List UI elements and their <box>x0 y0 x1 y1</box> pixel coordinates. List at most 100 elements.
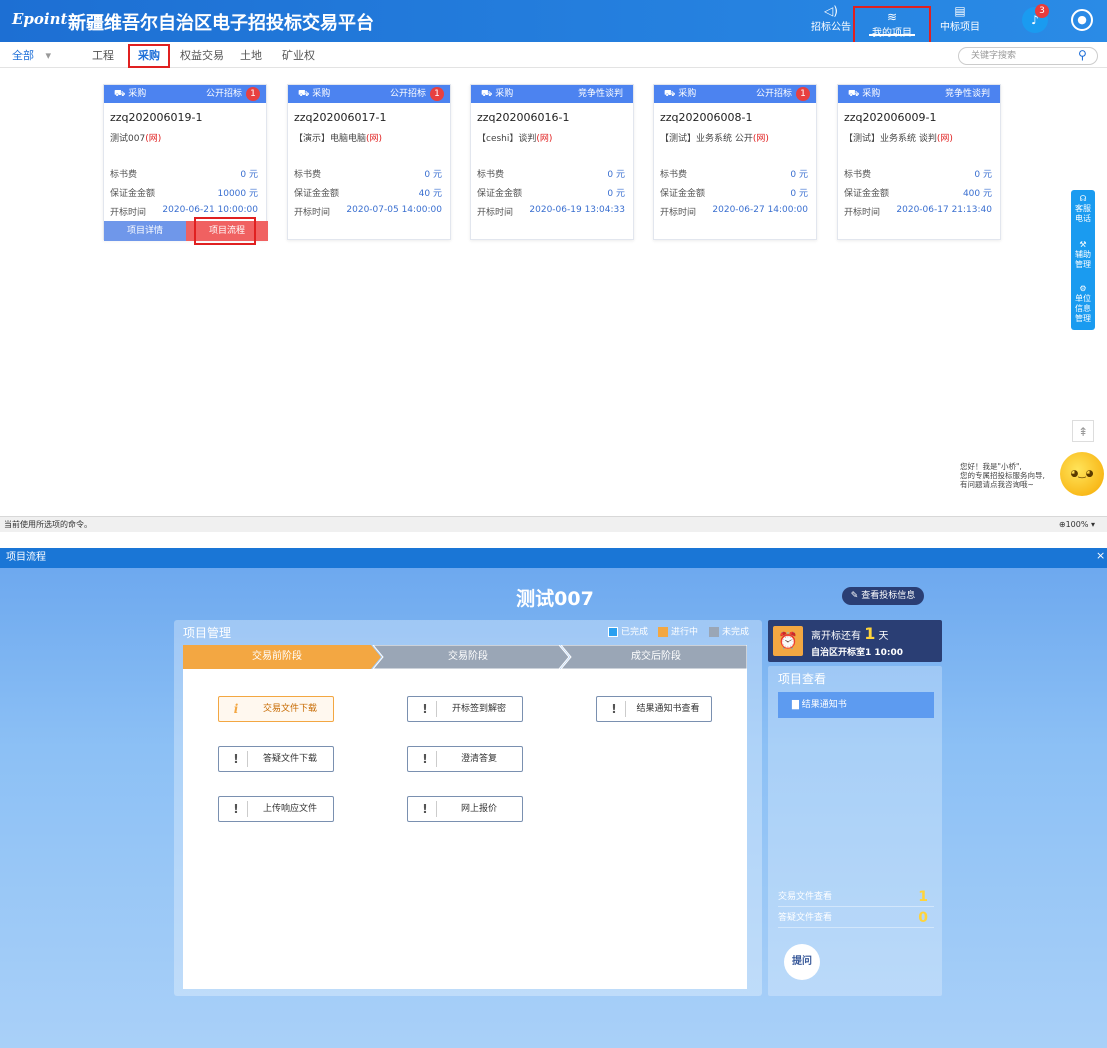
platform-title: 新疆维吾尔自治区电子招投标交易平台 <box>68 13 374 34</box>
bid-type: 公开招标 <box>755 89 792 99</box>
unit-info-tool[interactable]: ⚙ 单位信息管理 <box>1071 284 1095 324</box>
back-to-top-icon[interactable]: ⇞ <box>1072 420 1094 442</box>
legend-in-progress: 进行中 <box>658 627 698 638</box>
auxiliary-tool[interactable]: ⚒ 辅助管理 <box>1071 240 1095 270</box>
open-time-row: 开标时间 2020-06-27 14:00:00 <box>660 205 808 218</box>
project-name: 【测试】业务系统 公开(网) <box>660 134 769 144</box>
project-id: zzq202006008-1 <box>660 111 753 124</box>
task-upload-response-file[interactable]: ! 上传响应文件 <box>218 796 334 822</box>
project-id: zzq202006017-1 <box>294 111 387 124</box>
task-view-result-notice[interactable]: ! 结果通知书查看 <box>596 696 712 722</box>
project-name: 【ceshi】谈判(网) <box>477 134 553 144</box>
project-id: zzq202006019-1 <box>110 111 203 124</box>
legend-done: 已完成 <box>608 627 648 638</box>
ask-question-button[interactable]: 提问 <box>784 944 820 980</box>
project-title: 测试007 <box>516 588 594 610</box>
cart-icon: ⛟ <box>848 89 860 99</box>
close-icon[interactable]: × <box>1096 549 1105 562</box>
stage-pre-trade[interactable]: 交易前阶段 <box>183 645 371 669</box>
zoom-control[interactable]: ⊕100% ▾ <box>1059 517 1095 533</box>
customer-service-tool[interactable]: ☊ 客服电话 <box>1071 194 1095 224</box>
alert-icon: ! <box>422 752 428 766</box>
dialog-title: 项目流程 <box>0 548 1107 568</box>
tab-procurement[interactable]: 采购 <box>128 44 170 68</box>
cart-icon: ⛟ <box>298 89 310 99</box>
countdown-text: 离开标还有 1 天 <box>811 624 889 643</box>
filter-all-dropdown[interactable]: 全部 ▾ <box>12 46 51 66</box>
fee-row: 标书费 0 元 <box>844 170 992 180</box>
bid-type: 公开招标 <box>389 89 426 99</box>
cart-icon: ⛟ <box>481 89 493 99</box>
project-name: 【测试】业务系统 谈判(网) <box>844 134 953 144</box>
stage-trade[interactable]: 交易阶段 <box>377 645 559 669</box>
project-detail-button[interactable]: 项目详情 <box>104 221 186 241</box>
assistant-bubble[interactable]: 您好！我是"小桥", 您的专属招投标服务向导, 有问题请点我咨询哦~ <box>960 462 1060 489</box>
result-notice-button[interactable]: ▇ 结果通知书 <box>778 692 934 718</box>
zoom-icon: ⊕ <box>1058 520 1066 529</box>
opening-place: 自治区开标室1 10:00 <box>811 648 904 658</box>
document-icon: ▤ <box>954 4 966 18</box>
cart-icon: ⛟ <box>114 89 126 99</box>
project-view-title: 项目查看 <box>778 672 827 686</box>
status-bar: 当前使用所选项的命令。 ⊕100% ▾ <box>0 516 1107 532</box>
search-icon[interactable]: ⚲ <box>1078 48 1087 62</box>
task-bid-opening-signin[interactable]: ! 开标签到解密 <box>407 696 523 722</box>
file-icon: ▇ <box>792 700 799 710</box>
fee-row: 标书费 0 元 <box>477 170 625 180</box>
user-avatar-icon[interactable]: ● <box>1071 9 1093 31</box>
task-clarification-reply[interactable]: ! 澄清答复 <box>407 746 523 772</box>
card-badge: 1 <box>796 87 810 101</box>
wrench-icon: ⚒ <box>1079 240 1087 249</box>
stage-post-trade[interactable]: 成交后阶段 <box>565 645 747 669</box>
deposit-row: 保证金金额 0 元 <box>660 189 808 199</box>
task-online-quote[interactable]: ! 网上报价 <box>407 796 523 822</box>
view-bid-info-button[interactable]: ✎ 查看投标信息 <box>842 587 924 605</box>
fee-row: 标书费 0 元 <box>660 170 808 180</box>
headset-icon: ☊ <box>1079 194 1087 203</box>
nav-won-projects[interactable]: ▤ 中标项目 <box>929 4 991 38</box>
side-toolbar: ☊ 客服电话 ⚒ 辅助管理 ⚙ 单位信息管理 <box>1071 190 1095 330</box>
task-download-qa-file[interactable]: ! 答疑文件下载 <box>218 746 334 772</box>
deposit-row: 保证金金额 400 元 <box>844 189 992 199</box>
fee-row: 标书费 0 元 <box>110 170 258 180</box>
alert-icon: ! <box>611 702 617 716</box>
project-name: 测试007(网) <box>110 134 162 144</box>
gear-icon: ⚙ <box>1079 284 1087 293</box>
bid-type: 竞争性谈判 <box>577 89 623 99</box>
card-badge: 1 <box>246 87 260 101</box>
stage-progress-bar: 交易前阶段 交易阶段 成交后阶段 <box>183 645 747 669</box>
alert-icon: ! <box>422 802 428 816</box>
highlight-box <box>194 217 256 245</box>
open-time-row: 开标时间 2020-07-05 14:00:00 <box>294 205 442 218</box>
trade-file-view-row[interactable]: 交易文件查看 1 <box>778 887 934 907</box>
alert-icon: ! <box>233 802 239 816</box>
bid-type: 竞争性谈判 <box>944 89 990 99</box>
deposit-row: 保证金金额 10000 元 <box>110 189 258 199</box>
project-id: zzq202006009-1 <box>844 111 937 124</box>
tab-mining-rights[interactable]: 矿业权 <box>282 46 315 66</box>
open-time-row: 开标时间 2020-06-19 13:04:33 <box>477 205 625 218</box>
qa-file-view-row[interactable]: 答疑文件查看 0 <box>778 908 934 928</box>
tab-land[interactable]: 土地 <box>240 46 262 66</box>
project-card[interactable]: ⛟ 采购 公开招标 1 zzq202006017-1 【演示】电脑电脑(网) 标书费… <box>287 84 451 240</box>
task-download-trade-file[interactable]: i 交易文件下载 <box>218 696 334 722</box>
card-badge: 1 <box>430 87 444 101</box>
deposit-row: 保证金金额 40 元 <box>294 189 442 199</box>
notification-badge: 3 <box>1035 4 1049 18</box>
search-input[interactable]: 关键字搜索 <box>958 47 1098 65</box>
bid-type: 公开招标 <box>205 89 242 99</box>
assistant-mascot-icon[interactable]: ◕‿◕ <box>1060 452 1104 496</box>
project-card[interactable]: ⛟ 采购 竞争性谈判 zzq202006009-1 【测试】业务系统 谈判(网) … <box>837 84 1001 240</box>
project-card[interactable]: ⛟ 采购 竞争性谈判 zzq202006016-1 【ceshi】谈判(网) 标书… <box>470 84 634 240</box>
project-card[interactable]: ⛟ 采购 公开招标 1 zzq202006008-1 【测试】业务系统 公开(网) … <box>653 84 817 240</box>
status-text: 当前使用所选项的命令。 <box>4 520 92 529</box>
layers-icon: ≋ <box>886 10 898 24</box>
epoint-logo: Epoint <box>12 10 68 28</box>
tab-equity-trading[interactable]: 权益交易 <box>180 46 224 66</box>
cart-icon: ⛟ <box>664 89 676 99</box>
panel-title: 项目管理 <box>183 626 232 640</box>
alert-icon: ! <box>422 702 428 716</box>
project-id: zzq202006016-1 <box>477 111 570 124</box>
tab-engineering[interactable]: 工程 <box>92 46 114 66</box>
chevron-down-icon: ▾ <box>45 49 52 62</box>
